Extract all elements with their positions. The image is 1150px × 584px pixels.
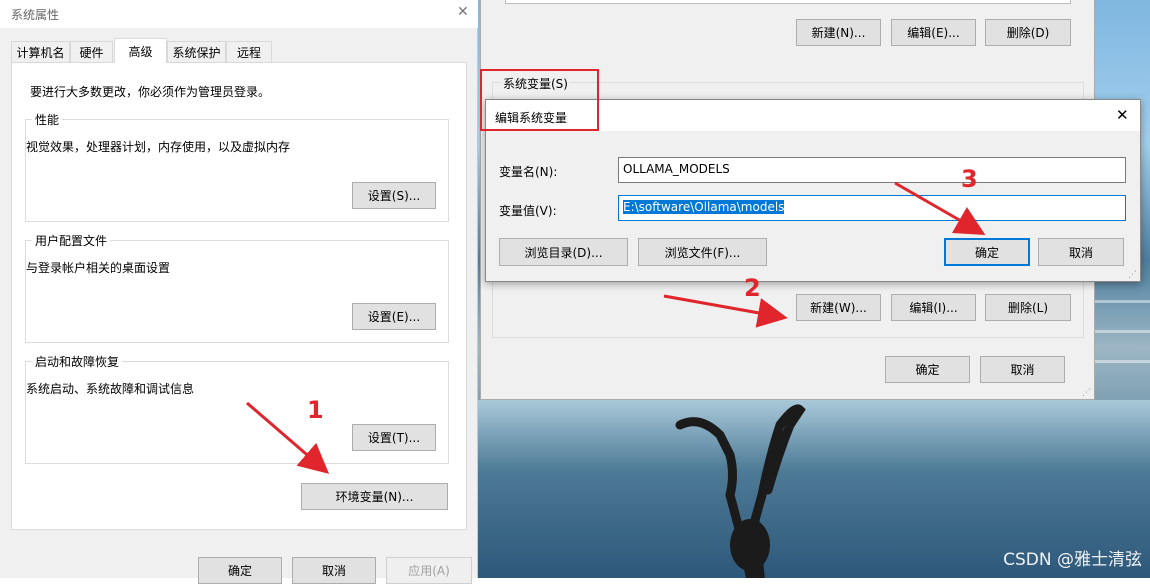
step-number-2: 2 xyxy=(744,274,761,302)
annotation-arrows xyxy=(246,181,986,474)
csdn-watermark: CSDN @雅士清弦 xyxy=(1003,550,1142,570)
step-number-3: 3 xyxy=(961,165,978,193)
tab-advanced[interactable]: 高级 xyxy=(114,38,167,63)
step-number-1: 1 xyxy=(307,396,324,424)
